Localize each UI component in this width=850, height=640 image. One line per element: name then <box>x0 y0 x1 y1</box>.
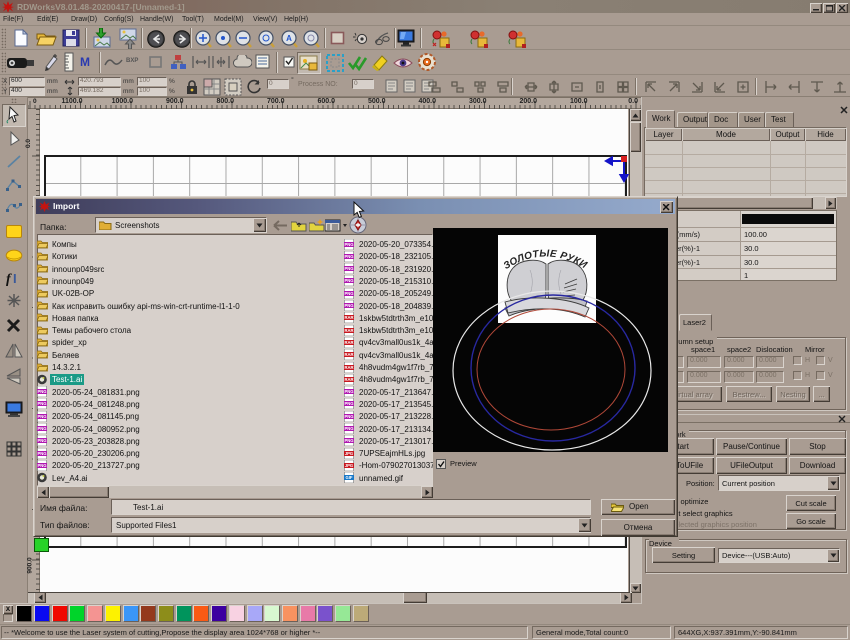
svg-text:PNG: PNG <box>37 463 46 468</box>
svg-text:RAR: RAR <box>344 340 353 345</box>
svg-text:PNG: PNG <box>344 291 353 296</box>
svg-text:JPG: JPG <box>345 451 353 456</box>
svg-text:PNG: PNG <box>344 414 353 419</box>
svg-text:PNG: PNG <box>344 402 353 407</box>
svg-text:PNG: PNG <box>344 389 353 394</box>
svg-text:PNG: PNG <box>37 414 46 419</box>
svg-text:PNG: PNG <box>344 426 353 431</box>
svg-text:PNG: PNG <box>37 426 46 431</box>
svg-text:f: f <box>6 272 12 287</box>
svg-text:PNG: PNG <box>344 303 353 308</box>
svg-text:RAR: RAR <box>344 377 353 382</box>
svg-text:PNG: PNG <box>37 402 46 407</box>
svg-text:PNG: PNG <box>344 266 353 271</box>
svg-text:RAR: RAR <box>344 365 353 370</box>
svg-text:GIF: GIF <box>346 475 353 480</box>
svg-text:A: A <box>286 34 292 43</box>
svg-text:RAR: RAR <box>344 352 353 357</box>
svg-text:I: I <box>13 271 17 286</box>
svg-text:PNG: PNG <box>344 254 353 259</box>
svg-text:JPG: JPG <box>345 463 353 468</box>
svg-text:PNG: PNG <box>37 389 46 394</box>
svg-text:PNG: PNG <box>344 279 353 284</box>
svg-text:PNG: PNG <box>37 438 46 443</box>
svg-text:PNG: PNG <box>37 451 46 456</box>
svg-text:RAR: RAR <box>344 328 353 333</box>
svg-text:PNG: PNG <box>344 438 353 443</box>
svg-text:PNG: PNG <box>344 242 353 247</box>
svg-text:RAR: RAR <box>344 315 353 320</box>
